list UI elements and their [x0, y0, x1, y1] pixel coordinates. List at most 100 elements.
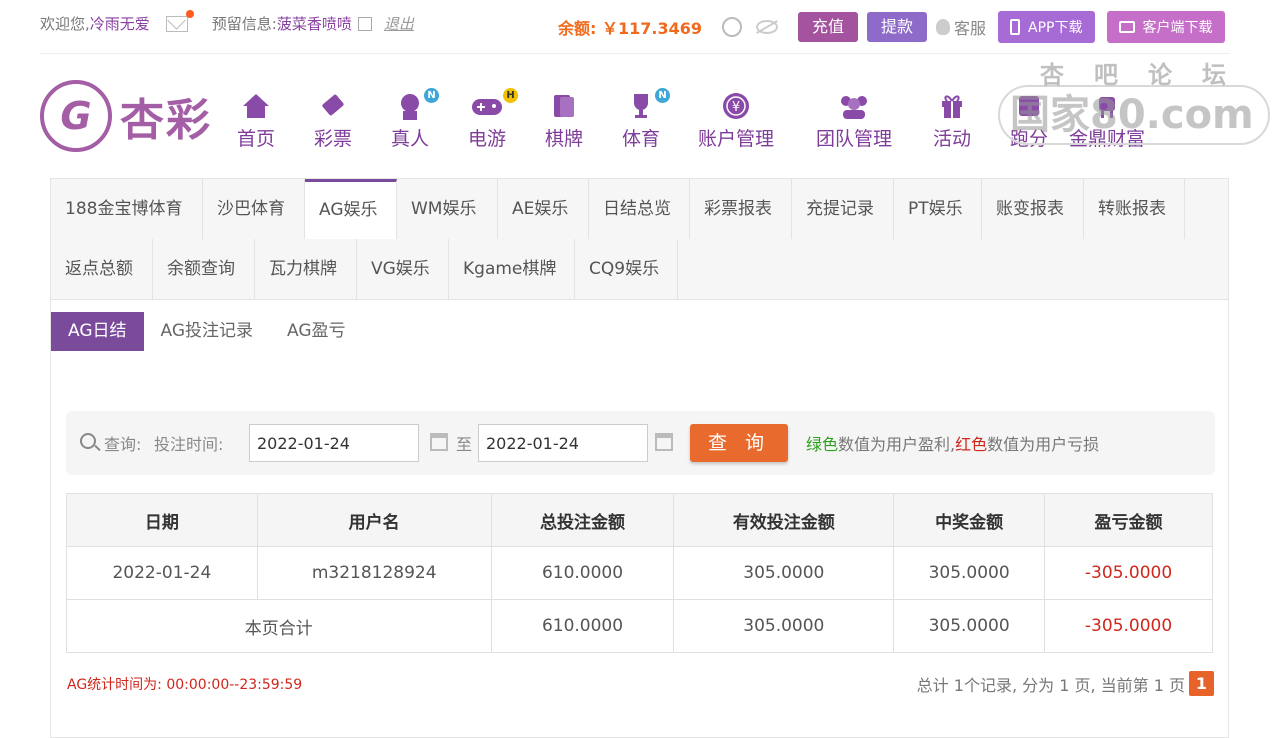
calendar-icon[interactable] [430, 433, 448, 451]
pagination: 总计 1个记录, 分为 1 页, 当前第 1 页 1 [917, 671, 1214, 696]
gamepad-icon: H [470, 88, 518, 122]
nav-promo[interactable]: 活动 [933, 90, 971, 151]
tab-daily-overview[interactable]: 日结总览 [589, 179, 690, 239]
col-date: 日期 [66, 493, 258, 547]
lottery-icon [318, 90, 348, 122]
customer-service-link[interactable]: 客服 [936, 15, 986, 39]
svg-text:¥: ¥ [732, 100, 740, 115]
col-profit-loss: 盈亏金额 [1044, 493, 1213, 547]
cell-username: m3218128924 [256, 546, 492, 600]
refresh-icon[interactable] [721, 17, 742, 37]
mail-icon[interactable] [165, 9, 194, 32]
nav-label: 棋牌 [545, 128, 584, 150]
tab-ae[interactable]: AE娱乐 [498, 179, 589, 239]
nav-chess[interactable]: 棋牌 [545, 90, 583, 151]
total-label: 本页合计 [66, 599, 492, 653]
logo-name: 杏彩 [120, 95, 212, 146]
calendar-icon[interactable] [655, 433, 673, 451]
hide-balance-icon[interactable] [755, 20, 778, 34]
app-download-button[interactable]: APP下载 [998, 11, 1095, 43]
cards-icon [549, 90, 579, 122]
nav-lottery[interactable]: 彩票 [314, 90, 352, 151]
recharge-button[interactable]: 充值 [797, 12, 858, 42]
reserved-info-label: 预留信息: [211, 15, 277, 33]
balance: 余额: ￥117.3469 [558, 19, 702, 38]
app-download-label: APP下载 [1028, 20, 1083, 36]
logout-link[interactable]: 退出 [384, 13, 414, 34]
tab-pt[interactable]: PT娱乐 [894, 179, 982, 239]
home-icon [241, 90, 271, 122]
cell-win-amount: 305.0000 [893, 546, 1046, 600]
tab-188-sports[interactable]: 188金宝博体育 [51, 179, 203, 239]
username[interactable]: 冷雨无爱 [90, 13, 150, 34]
nav-label: 首页 [237, 128, 276, 150]
tab-cq9[interactable]: CQ9娱乐 [575, 239, 678, 299]
col-valid-bet: 有效投注金额 [673, 493, 895, 547]
nav-label: 彩票 [314, 128, 353, 150]
nav-sports[interactable]: N 体育 [622, 88, 670, 151]
tab-kgame-chess[interactable]: Kgame棋牌 [449, 239, 575, 299]
unread-dot-icon [185, 9, 194, 18]
tab-ag[interactable]: AG娱乐 [305, 179, 397, 239]
report-panel: 188金宝博体育 沙巴体育 AG娱乐 WM娱乐 AE娱乐 日结总览 彩票报表 充… [50, 178, 1229, 738]
nav-label: 真人 [391, 128, 430, 150]
client-download-button[interactable]: 客户端下载 [1106, 11, 1225, 43]
nav-account[interactable]: ¥ 账户管理 [698, 90, 774, 151]
nav-label: 团队管理 [816, 128, 893, 150]
date-separator: 至 [456, 435, 473, 454]
tab-vg[interactable]: VG娱乐 [357, 239, 449, 299]
subtab-ag-daily[interactable]: AG日结 [51, 312, 144, 351]
tab-rebate-total[interactable]: 返点总额 [51, 239, 153, 299]
start-date-input[interactable] [249, 424, 419, 462]
service-label: 客服 [954, 19, 987, 38]
tab-balance-query[interactable]: 余额查询 [153, 239, 255, 299]
cell-profit-loss: -305.0000 [1044, 546, 1213, 600]
table-header-row: 日期 用户名 总投注金额 有效投注金额 中奖金额 盈亏金额 [66, 493, 1213, 547]
gift-icon [937, 90, 967, 122]
phone-icon [1010, 19, 1021, 35]
query-button[interactable]: 查 询 [690, 424, 788, 462]
note-mid: 数值为用户盈利, [838, 435, 956, 454]
tab-saba-sports[interactable]: 沙巴体育 [203, 179, 305, 239]
watermark: 杏吧论坛 国家80.com [998, 61, 1270, 145]
tab-lottery-report[interactable]: 彩票报表 [690, 179, 792, 239]
current-page-button[interactable]: 1 [1189, 671, 1214, 696]
note-red: 红色 [955, 435, 988, 454]
pager-summary: 总计 1个记录, 分为 1 页, 当前第 1 页 [916, 675, 1185, 695]
end-date-input[interactable] [478, 424, 648, 462]
table-total-row: 本页合计 610.0000 305.0000 305.0000 -305.000… [66, 599, 1213, 653]
nav-live[interactable]: N 真人 [391, 88, 439, 151]
hot-badge: H [503, 88, 518, 103]
tab-transfer-report[interactable]: 转账报表 [1084, 179, 1185, 239]
tab-wali-chess[interactable]: 瓦力棋牌 [255, 239, 357, 299]
query-bar: 查询: 投注时间: 至 查 询 绿色数值为用户盈利,红色数值为用户亏损 [66, 411, 1215, 475]
logo[interactable]: G 杏彩 [40, 80, 212, 152]
tab-wm[interactable]: WM娱乐 [397, 179, 498, 239]
report-tabs: 188金宝博体育 沙巴体育 AG娱乐 WM娱乐 AE娱乐 日结总览 彩票报表 充… [51, 179, 1228, 300]
nav-home[interactable]: 首页 [237, 90, 275, 151]
subtab-ag-bets[interactable]: AG投注记录 [144, 312, 271, 351]
new-badge: N [424, 88, 439, 103]
new-badge: N [655, 88, 670, 103]
withdraw-button[interactable]: 提款 [867, 12, 928, 42]
edit-icon[interactable] [357, 16, 372, 31]
nav-egame[interactable]: H 电游 [468, 88, 518, 151]
nav-team[interactable]: 团队管理 [816, 90, 892, 151]
col-username: 用户名 [256, 493, 492, 547]
nav-label: 电游 [468, 128, 507, 150]
main-nav: G 杏彩 首页 彩票 N 真人 H 电游 棋牌 N 体育 ¥ 账户管理 团队管理… [0, 61, 1275, 172]
nav-label: 账户管理 [698, 128, 775, 150]
cell-date: 2022-01-24 [66, 546, 258, 600]
tab-balance-change[interactable]: 账变报表 [982, 179, 1084, 239]
monitor-icon [1118, 21, 1135, 33]
bet-time-label: 投注时间: [154, 435, 224, 454]
cell-valid-bet: 305.0000 [673, 546, 895, 600]
total-bet-sum: 610.0000 [490, 599, 675, 653]
subtab-ag-profit[interactable]: AG盈亏 [270, 312, 363, 351]
account-actions: 余额: ￥117.3469 充值 提款 客服 APP下载 客户端下载 [558, 11, 1225, 43]
team-icon [837, 90, 871, 122]
sub-tabs: AG日结 AG投注记录 AG盈亏 [51, 312, 363, 351]
reserved-info-value: 菠菜香喷喷 [276, 15, 352, 33]
tab-deposit-withdraw[interactable]: 充提记录 [792, 179, 894, 239]
service-icon [936, 19, 951, 35]
